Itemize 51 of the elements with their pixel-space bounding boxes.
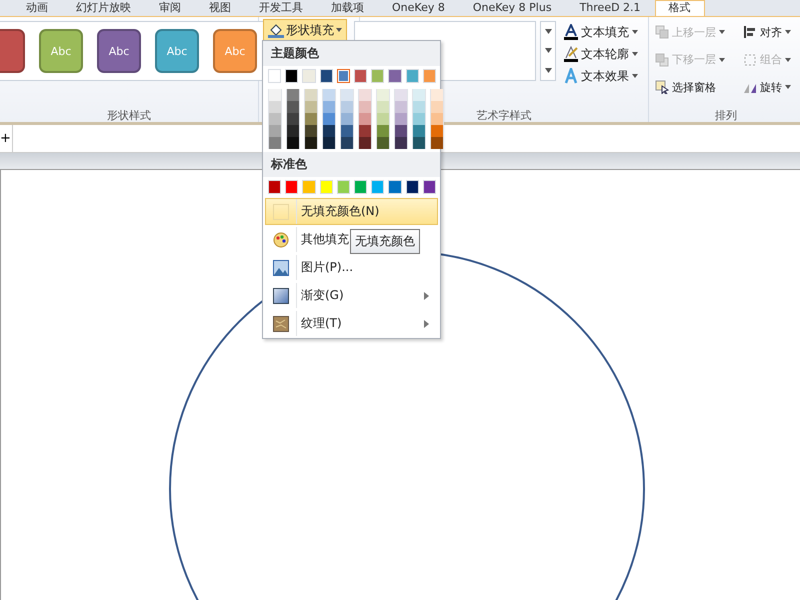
ribbon-tab[interactable]: OneKey 8 [378, 0, 459, 16]
ribbon-tab[interactable]: 格式 [654, 0, 705, 16]
empty-swatch-icon [273, 204, 289, 220]
caret-icon [632, 74, 638, 78]
text-fill-icon [564, 24, 578, 40]
caret-icon [632, 30, 638, 34]
arrange-command[interactable]: 旋转 [743, 76, 800, 98]
ribbon-tab[interactable]: 审阅 [145, 0, 195, 16]
text-command[interactable]: 文本填充 [564, 21, 638, 43]
group-label: 艺术字样式 [476, 109, 532, 122]
palette-icon [273, 232, 289, 248]
caret-icon [336, 28, 342, 32]
menu-item[interactable]: 无填充颜色(N) [265, 198, 438, 225]
ribbon-tab[interactable]: ThreeD 2.1 [566, 0, 655, 16]
text-effect-icon [564, 68, 578, 84]
ribbon-tab[interactable]: OneKey 8 Plus [458, 0, 566, 16]
align-icon [743, 25, 757, 39]
arrange-command[interactable]: 选择窗格 [655, 76, 743, 98]
text-outline-icon [564, 46, 578, 62]
menu-item[interactable]: 图片(P)... [265, 254, 438, 281]
ribbon-tab[interactable]: 幻灯片放映 [62, 0, 145, 16]
ribbon-tab[interactable]: 视图 [195, 0, 245, 16]
group-icon [743, 52, 757, 67]
tooltip: 无填充颜色 [350, 229, 420, 254]
menu-section-title: 标准色 [263, 152, 440, 177]
group-label: 排列 [715, 109, 737, 122]
send-backward-icon [655, 52, 669, 67]
gradient-square-icon [273, 288, 289, 304]
color-swatch[interactable] [336, 69, 350, 83]
menu-section-title: 主题颜色 [263, 41, 440, 66]
group-label: 形状样式 [107, 109, 151, 122]
ribbon-tab[interactable]: 开发工具 [245, 0, 317, 16]
picture-icon [273, 260, 289, 276]
paint-bucket-icon [268, 22, 284, 38]
scroll-arrow-icon[interactable] [544, 29, 552, 34]
scroll-arrow-icon[interactable] [544, 48, 552, 54]
menu-item[interactable]: 纹理(T) [265, 310, 438, 337]
arrange-command[interactable]: 对齐 [743, 21, 800, 43]
shape-fill-button[interactable]: 形状填充 [263, 19, 347, 41]
bring-forward-icon [655, 25, 669, 39]
ribbon-tab[interactable]: 加载项 [317, 0, 378, 16]
text-command[interactable]: 文本效果 [564, 65, 638, 87]
shape-style-swatch[interactable]: Abc [97, 29, 141, 73]
ruler-mark: + [0, 125, 13, 152]
text-command[interactable]: 文本轮廓 [564, 43, 638, 65]
selection-pane-icon [655, 80, 669, 94]
texture-icon [273, 316, 289, 332]
menu-item[interactable]: 渐变(G) [265, 282, 438, 309]
ribbon-tab[interactable]: 动画 [12, 0, 62, 16]
caret-icon [632, 52, 638, 56]
scroll-arrow-icon[interactable] [544, 68, 552, 73]
